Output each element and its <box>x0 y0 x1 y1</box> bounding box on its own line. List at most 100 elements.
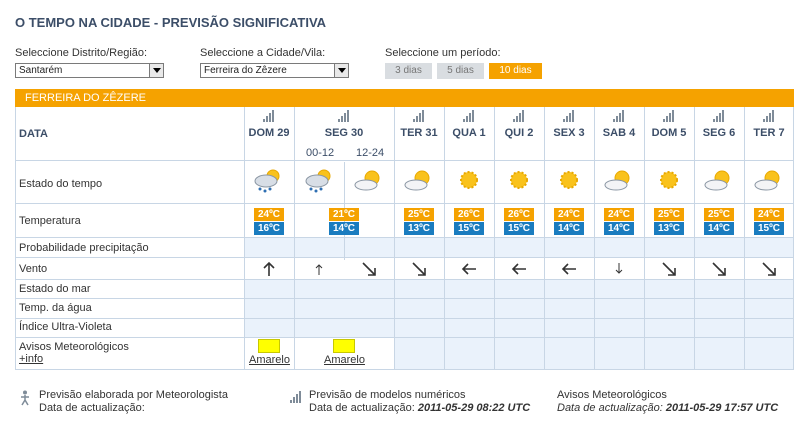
period-3-days-button[interactable]: 3 dias <box>385 63 432 79</box>
max-temp: 26ºC <box>504 208 534 221</box>
period-10-days-button[interactable]: 10 dias <box>489 63 542 79</box>
max-temp: 21ºC <box>329 208 359 221</box>
warnings-update-prefix: Data de actualização: <box>557 402 663 414</box>
signal-icon[interactable] <box>763 110 775 122</box>
col-divider <box>744 107 745 370</box>
min-temp: 15ºC <box>754 222 784 235</box>
signal-icon[interactable] <box>413 110 425 122</box>
cloud-sun-icon <box>404 170 430 191</box>
warning-yellow-box[interactable] <box>258 339 280 353</box>
day-label: TER 7 <box>753 127 785 139</box>
arrow-up-small-icon <box>315 264 323 275</box>
arrow-down-small-icon <box>615 263 623 274</box>
day-label: QUA 1 <box>452 127 486 139</box>
cloud-sun-icon <box>354 170 380 191</box>
city-value: Ferreira do Zêzere <box>204 65 287 76</box>
subperiod-label: 12-24 <box>356 147 385 159</box>
col-divider <box>544 107 545 370</box>
period-5-days-button[interactable]: 5 dias <box>437 63 484 79</box>
wind-row-label: Vento <box>19 263 48 275</box>
min-temp: 15ºC <box>504 222 534 235</box>
warnings-update: Data de actualização: 2011-05-29 17:57 U… <box>557 402 778 414</box>
row-divider <box>15 337 794 338</box>
signal-icon[interactable] <box>513 110 525 122</box>
signal-icon[interactable] <box>338 110 350 122</box>
signal-icon[interactable] <box>563 110 575 122</box>
signal-icon[interactable] <box>663 110 675 122</box>
arrow-left-icon <box>511 263 526 275</box>
min-temp: 15ºC <box>454 222 484 235</box>
models-note: Previsão de modelos numéricos <box>309 389 466 401</box>
day-label: DOM 5 <box>651 127 687 139</box>
uv-row-label: Índice Ultra-Violeta <box>19 321 112 333</box>
chevron-down-icon[interactable] <box>334 64 348 77</box>
day-label: SAB 4 <box>602 127 636 139</box>
cloud-sun-icon <box>604 170 630 191</box>
sun-icon <box>560 171 578 189</box>
period-label: Seleccione um período: <box>385 47 501 59</box>
warning-link[interactable]: Amarelo <box>249 354 290 366</box>
chevron-down-icon[interactable] <box>149 64 163 77</box>
arrow-down-right-icon <box>712 262 726 276</box>
day-label: TER 31 <box>400 127 438 139</box>
arrow-down-right-icon <box>362 262 376 276</box>
day-label: QUI 2 <box>504 127 534 139</box>
sun-icon <box>660 171 678 189</box>
city-select[interactable]: Ferreira do Zêzere <box>200 63 349 78</box>
col-divider <box>644 107 645 370</box>
col-divider <box>444 107 445 370</box>
max-temp: 25ºC <box>404 208 434 221</box>
signal-icon[interactable] <box>463 110 475 122</box>
signal-icon[interactable] <box>263 110 275 122</box>
arrow-left-icon <box>561 263 576 275</box>
row-divider <box>15 203 794 204</box>
precip-row-cells <box>244 238 793 257</box>
subperiod-label: 00-12 <box>306 147 335 159</box>
min-temp: 14ºC <box>554 222 584 235</box>
warnings-update-date: 2011-05-29 17:57 UTC <box>665 402 779 414</box>
col-divider <box>494 107 495 370</box>
col-divider <box>694 107 695 370</box>
max-temp: 24ºC <box>254 208 284 221</box>
cloud-sun-icon <box>754 170 780 191</box>
district-label: Seleccione Distrito/Região: <box>15 47 148 59</box>
water-temp-row-label: Temp. da água <box>19 302 92 314</box>
warning-link[interactable]: Amarelo <box>324 354 365 366</box>
arrow-down-right-icon <box>762 262 776 276</box>
col-divider <box>244 107 245 370</box>
data-label: DATA <box>19 128 48 140</box>
warnings-note: Avisos Meteorológicos <box>557 389 667 401</box>
location-header: FERREIRA DO ZÊZERE <box>25 92 147 104</box>
sun-icon <box>510 171 528 189</box>
arrow-up-icon <box>263 261 275 276</box>
day-label: SEG 6 <box>702 127 736 139</box>
max-temp: 24ºC <box>604 208 634 221</box>
warning-yellow-box[interactable] <box>333 339 355 353</box>
signal-icon[interactable] <box>613 110 625 122</box>
signal-icon <box>290 391 302 403</box>
warnings-info-link[interactable]: +info <box>19 353 43 365</box>
cloud-rain-sun-icon <box>305 169 331 193</box>
min-temp: 14ºC <box>604 222 634 235</box>
max-temp: 24ºC <box>754 208 784 221</box>
district-value: Santarém <box>19 65 63 76</box>
precip-row-label: Probabilidade precipitação <box>19 242 149 254</box>
temperature-row-label: Temperatura <box>19 215 81 227</box>
warnings-row-label: Avisos Meteorológicos <box>19 341 129 353</box>
col-divider <box>294 107 295 370</box>
row-divider <box>15 298 794 299</box>
sea-row-label: Estado do mar <box>19 283 91 295</box>
models-update-date: 2011-05-29 08:22 UTC <box>417 402 531 414</box>
min-temp: 13ºC <box>654 222 684 235</box>
district-select[interactable]: Santarém <box>15 63 164 78</box>
row-divider <box>15 318 794 319</box>
weather-row-label: Estado do tempo <box>19 178 103 190</box>
min-temp: 13ºC <box>404 222 434 235</box>
signal-icon[interactable] <box>713 110 725 122</box>
row-divider <box>15 257 794 258</box>
meteorologist-update: Data de actualização: <box>39 402 145 414</box>
meteorologist-note: Previsão elaborada por Meteorologista <box>39 389 228 401</box>
row-divider <box>15 237 794 238</box>
models-update: Data de actualização: 2011-05-29 08:22 U… <box>309 402 530 414</box>
sun-icon <box>460 171 478 189</box>
